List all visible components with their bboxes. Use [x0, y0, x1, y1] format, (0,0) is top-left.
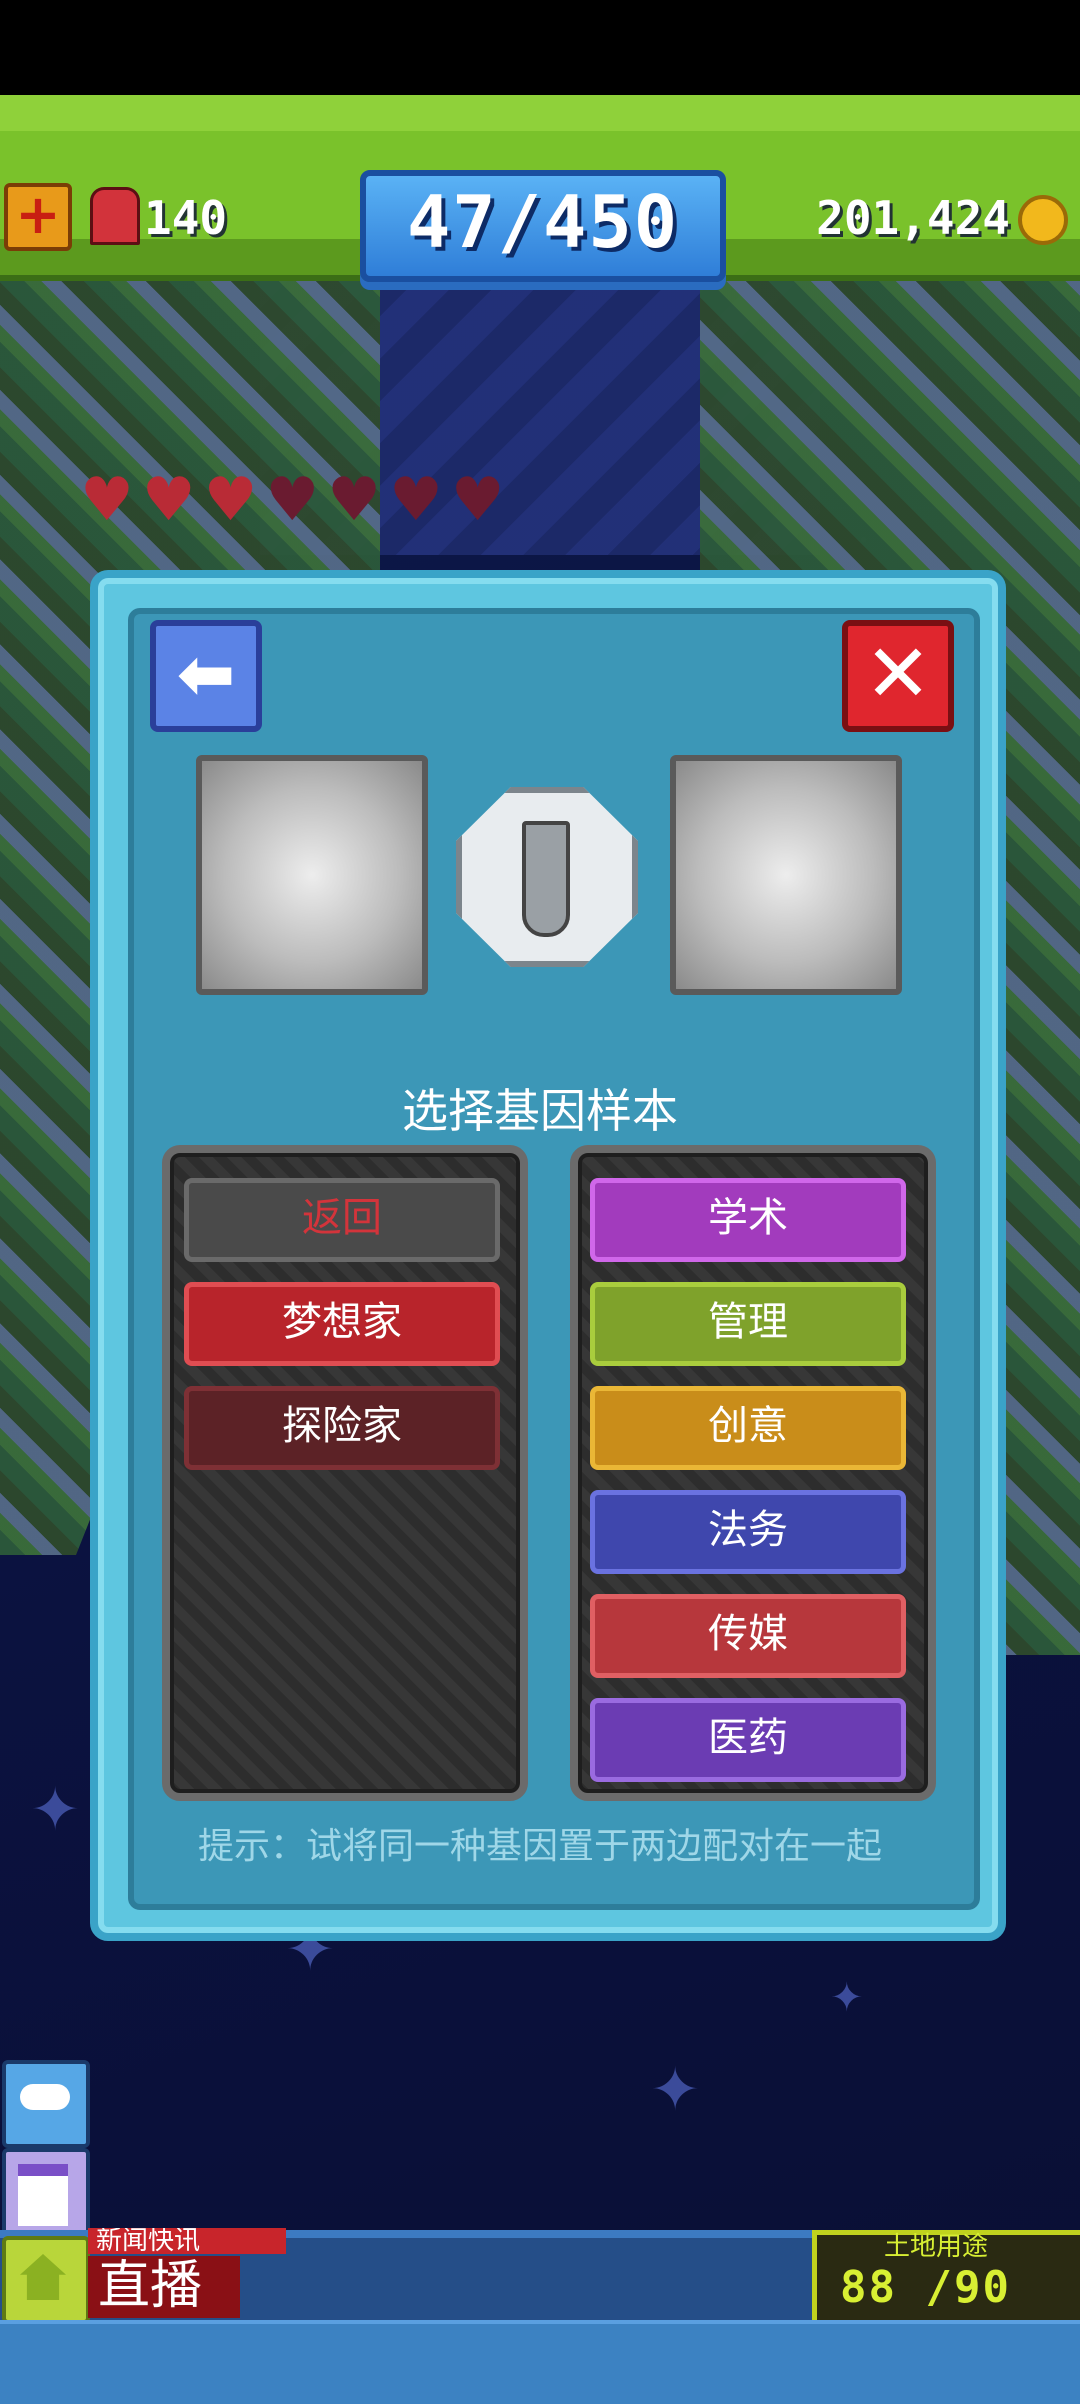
- news-tag: 新闻快讯: [88, 2228, 286, 2254]
- land-use-count: 88 /90: [840, 2262, 1011, 2313]
- close-button[interactable]: ✕: [842, 620, 954, 732]
- star-decoration: ✦: [650, 2055, 701, 2125]
- gene-slot-right[interactable]: [670, 755, 902, 995]
- population-counter[interactable]: 47/450: [360, 170, 726, 282]
- gene-legal-button[interactable]: 法务: [590, 1490, 906, 1574]
- gene-medicine-button[interactable]: 医药: [590, 1698, 906, 1782]
- calendar-icon[interactable]: [2, 2148, 90, 2236]
- population-text: 47/450: [406, 180, 680, 264]
- gene-academic-button[interactable]: 学术: [590, 1178, 906, 1262]
- back-button[interactable]: ⬅: [150, 620, 262, 732]
- bottom-strip: [0, 2320, 1080, 2404]
- gene-dreamer-button[interactable]: 梦想家: [184, 1282, 500, 1366]
- gene-management-button[interactable]: 管理: [590, 1282, 906, 1366]
- hint-text: 提示：试将同一种基因置于两边配对在一起: [197, 1826, 882, 1867]
- land-use-title: 土地用途: [884, 2232, 989, 2262]
- star-decoration: ✦: [30, 1775, 81, 1845]
- alarm-icon[interactable]: [90, 187, 140, 245]
- arrow-left-icon: ⬅: [176, 633, 236, 715]
- gene-creative-button[interactable]: 创意: [590, 1386, 906, 1470]
- cloud-upload-icon[interactable]: [2, 2060, 90, 2148]
- alarm-count: 140: [144, 191, 228, 245]
- tube-shape: [522, 821, 570, 937]
- live-label: 直播: [88, 2256, 240, 2318]
- top-hud: + 140 47/450 201,424: [0, 95, 1080, 282]
- return-button[interactable]: 返回: [184, 1178, 500, 1262]
- add-button[interactable]: +: [4, 183, 72, 251]
- gene-explorer-button[interactable]: 探险家: [184, 1386, 500, 1470]
- status-bar-area: [0, 0, 1080, 95]
- hearts-row: ♥♥♥♥♥♥♥: [80, 465, 513, 535]
- gene-media-button[interactable]: 传媒: [590, 1594, 906, 1678]
- close-icon: ✕: [864, 627, 932, 720]
- coin-icon: [1018, 195, 1068, 245]
- gene-slot-left[interactable]: [196, 755, 428, 995]
- star-decoration: ✦: [830, 1975, 864, 2021]
- coin-balance: 201,424: [816, 191, 1010, 245]
- home-icon[interactable]: [2, 2236, 90, 2324]
- dialog-title: 选择基因样本: [402, 1084, 678, 1138]
